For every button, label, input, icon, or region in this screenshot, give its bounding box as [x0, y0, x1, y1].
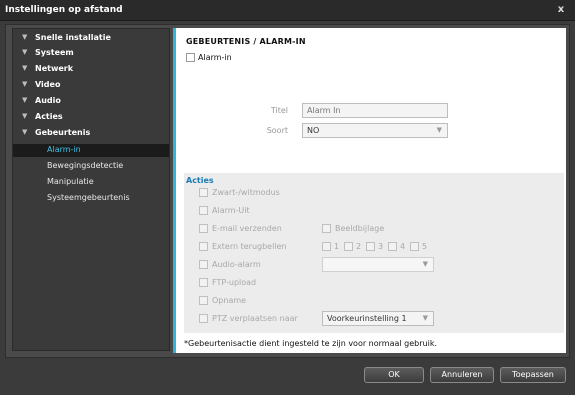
sidebar-item-actions[interactable]: ▼ Acties [13, 111, 169, 125]
callback-1-label: 1 [334, 242, 340, 251]
sidebar-item-event[interactable]: ▼ Gebeurtenis [13, 127, 169, 141]
callback-2-checkbox[interactable] [344, 242, 353, 251]
type-select[interactable]: NO ▼ [302, 123, 448, 138]
email-send-label: E-mail verzenden [212, 224, 282, 233]
type-field-label: Soort [266, 126, 288, 135]
recording-checkbox[interactable] [199, 296, 208, 305]
ftp-upload-label: FTP-upload [212, 278, 257, 287]
chevron-down-icon: ▼ [22, 33, 28, 41]
sidebar-item-video[interactable]: ▼ Video [13, 79, 169, 93]
sidebar-item-quick-setup[interactable]: ▼ Snelle installatie [13, 32, 169, 46]
footnote: *Gebeurtenisactie dient ingesteld te zij… [184, 339, 437, 348]
settings-panel: GEBEURTENIS / ALARM-IN Alarm-in Titel Al… [173, 28, 566, 353]
ptz-preset-select[interactable]: Voorkeurinstelling 1 ▼ [322, 311, 434, 326]
sidebar-item-label: Acties [35, 112, 63, 121]
bw-mode-checkbox[interactable] [199, 188, 208, 197]
callback-5-checkbox[interactable] [410, 242, 419, 251]
email-send-checkbox[interactable] [199, 224, 208, 233]
bw-mode-label: Zwart-/witmodus [212, 188, 280, 197]
callback-3-label: 3 [378, 242, 384, 251]
apply-button[interactable]: Toepassen [500, 367, 566, 383]
page-title: GEBEURTENIS / ALARM-IN [186, 37, 306, 46]
sidebar-subitem-label: Bewegingsdetectie [47, 161, 124, 170]
callback-5-label: 5 [422, 242, 428, 251]
ptz-move-checkbox[interactable] [199, 314, 208, 323]
sidebar-subitem-system-event[interactable]: Systeemgebeurtenis [13, 192, 169, 205]
image-attach-checkbox[interactable] [322, 224, 331, 233]
sidebar-item-network[interactable]: ▼ Netwerk [13, 63, 169, 77]
recording-label: Opname [212, 296, 247, 305]
sidebar-item-system[interactable]: ▼ Systeem [13, 47, 169, 61]
alarm-out-label: Alarm-Uit [212, 206, 250, 215]
chevron-down-icon: ▼ [22, 64, 28, 72]
image-attach-label: Beeldbijlage [335, 224, 385, 233]
chevron-down-icon: ▼ [22, 80, 28, 88]
title-bar: Instellingen op afstand x [0, 0, 575, 21]
callback-1-checkbox[interactable] [322, 242, 331, 251]
close-icon[interactable]: x [554, 3, 568, 17]
alarm-out-checkbox[interactable] [199, 206, 208, 215]
sidebar-item-label: Snelle installatie [35, 33, 111, 42]
audio-alarm-checkbox[interactable] [199, 260, 208, 269]
title-field-label: Titel [270, 106, 288, 115]
callback-4-label: 4 [400, 242, 406, 251]
sidebar-subitem-label: Systeemgebeurtenis [47, 193, 130, 202]
ptz-preset-value: Voorkeurinstelling 1 [327, 314, 407, 323]
ptz-move-label: PTZ verplaatsen naar [212, 314, 298, 323]
callback-checkbox[interactable] [199, 242, 208, 251]
sidebar-subitem-alarm-in[interactable]: Alarm-in [13, 144, 169, 157]
sidebar-item-label: Systeem [35, 48, 74, 57]
window-title: Instellingen op afstand [5, 5, 123, 15]
chevron-down-icon: ▼ [436, 126, 442, 134]
chevron-down-icon: ▼ [422, 260, 428, 268]
type-select-value: NO [307, 126, 320, 135]
sidebar-item-label: Netwerk [35, 64, 74, 73]
ok-button[interactable]: OK [364, 367, 424, 383]
alarm-in-checkbox[interactable] [186, 53, 195, 62]
title-field[interactable]: Alarm In [302, 103, 448, 118]
audio-alarm-label: Audio-alarm [212, 260, 261, 269]
callback-2-label: 2 [356, 242, 362, 251]
callback-4-checkbox[interactable] [388, 242, 397, 251]
chevron-down-icon: ▼ [22, 128, 28, 136]
sidebar-subitem-tampering[interactable]: Manipulatie [13, 176, 169, 189]
actions-heading: Acties [186, 176, 214, 185]
audio-alarm-select[interactable]: ▼ [322, 257, 434, 272]
sidebar-subitem-label: Manipulatie [47, 177, 94, 186]
ftp-upload-checkbox[interactable] [199, 278, 208, 287]
sidebar-item-audio[interactable]: ▼ Audio [13, 95, 169, 109]
sidebar-nav: ▼ Snelle installatie ▼ Systeem ▼ Netwerk… [12, 28, 170, 351]
callback-3-checkbox[interactable] [366, 242, 375, 251]
chevron-down-icon: ▼ [422, 314, 428, 322]
cancel-button[interactable]: Annuleren [430, 367, 494, 383]
sidebar-subitem-motion-detection[interactable]: Bewegingsdetectie [13, 160, 169, 173]
chevron-down-icon: ▼ [22, 112, 28, 120]
chevron-down-icon: ▼ [22, 96, 28, 104]
sidebar-item-label: Audio [35, 96, 61, 105]
actions-section: Acties Zwart-/witmodus Alarm-Uit E-mail … [184, 173, 564, 333]
alarm-in-label: Alarm-in [198, 53, 232, 62]
chevron-down-icon: ▼ [22, 48, 28, 56]
sidebar-item-label: Video [35, 80, 61, 89]
sidebar-subitem-label: Alarm-in [47, 145, 81, 154]
callback-label: Extern terugbellen [212, 242, 287, 251]
sidebar-item-label: Gebeurtenis [35, 128, 91, 137]
